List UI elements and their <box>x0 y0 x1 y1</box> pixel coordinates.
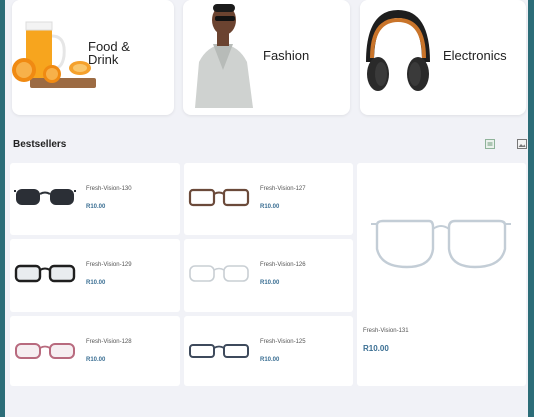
product-name: Fresh-Vision-131 <box>363 328 409 334</box>
category-card-electronics[interactable]: Electronics <box>360 0 526 115</box>
product-name: Fresh-Vision-128 <box>86 339 132 345</box>
category-card-food-drink[interactable]: Food & Drink <box>12 0 174 115</box>
product-name: Fresh-Vision-127 <box>260 186 306 192</box>
product-card-fresh-vision-125[interactable]: Fresh-Vision-125 R10.00 <box>184 316 353 386</box>
product-card-fresh-vision-127[interactable]: Fresh-Vision-127 R10.00 <box>184 163 353 235</box>
product-card-fresh-vision-130[interactable]: Fresh-Vision-130 R10.00 <box>10 163 180 235</box>
sunglasses-image <box>14 189 76 205</box>
page: Food & Drink Fashion Electronics Bestsel… <box>5 0 528 417</box>
product-price: R10.00 <box>260 280 280 286</box>
eyeglasses-image <box>188 188 250 207</box>
list-view-icon[interactable] <box>485 139 495 149</box>
product-card-fresh-vision-128[interactable]: Fresh-Vision-128 R10.00 <box>10 316 180 386</box>
product-card-fresh-vision-131[interactable]: Fresh-Vision-131 R10.00 <box>357 163 526 386</box>
image-icon[interactable] <box>517 139 527 149</box>
headphones-image <box>360 0 434 108</box>
product-name: Fresh-Vision-126 <box>260 262 306 268</box>
category-label-line-2: Drink <box>88 52 119 67</box>
eyeglasses-image <box>15 343 75 359</box>
category-label-electronics: Electronics <box>443 48 507 63</box>
product-price: R10.00 <box>86 357 106 363</box>
product-name: Fresh-Vision-125 <box>260 339 306 345</box>
eyeglasses-image <box>189 265 249 282</box>
eyeglasses-image <box>371 219 511 269</box>
product-price: R10.00 <box>260 204 280 210</box>
eyeglasses-image <box>14 264 76 283</box>
product-card-fresh-vision-129[interactable]: Fresh-Vision-129 R10.00 <box>10 239 180 312</box>
fashion-model-image <box>187 0 257 108</box>
product-price: R10.00 <box>260 357 280 363</box>
category-label-fashion: Fashion <box>263 48 310 63</box>
eyeglasses-image <box>189 344 249 358</box>
product-card-fresh-vision-126[interactable]: Fresh-Vision-126 R10.00 <box>184 239 353 312</box>
category-label-food-drink: Food & Drink <box>88 40 130 66</box>
product-name: Fresh-Vision-129 <box>86 262 132 268</box>
category-card-fashion[interactable]: Fashion <box>183 0 350 115</box>
product-price: R10.00 <box>86 204 106 210</box>
product-name: Fresh-Vision-130 <box>86 186 132 192</box>
product-price: R10.00 <box>363 344 389 353</box>
bestsellers-title: Bestsellers <box>13 139 67 150</box>
product-price: R10.00 <box>86 280 106 286</box>
